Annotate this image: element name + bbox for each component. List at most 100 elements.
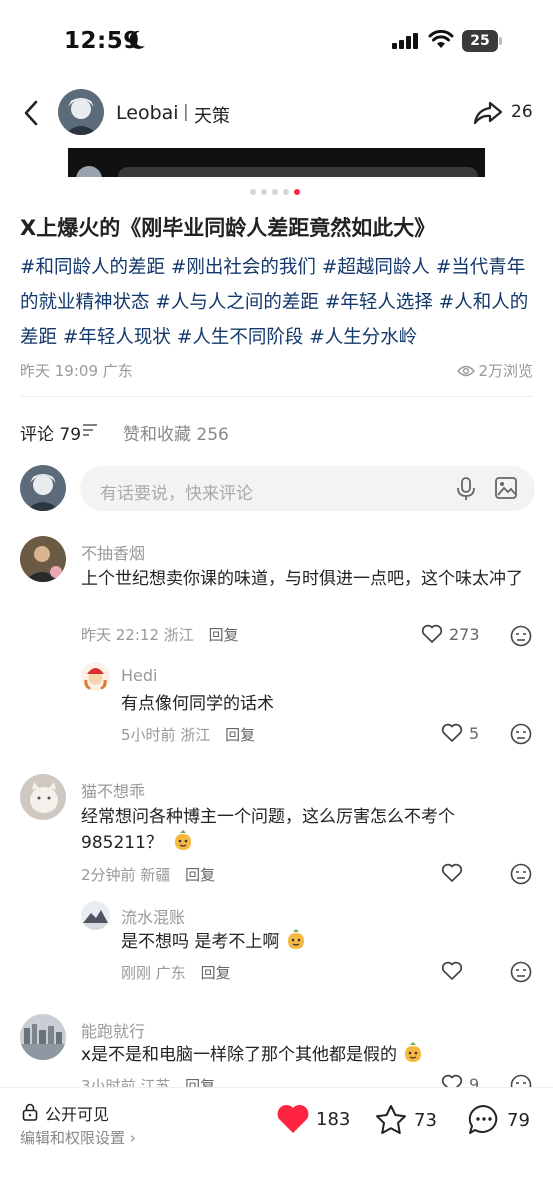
author-name[interactable]: Leobai — [116, 102, 179, 124]
reply-button[interactable]: 回复 — [185, 866, 215, 884]
hashtag[interactable]: #年轻人现状 — [63, 327, 171, 348]
like-button[interactable]: 183 — [276, 1104, 350, 1134]
battery-level: 25 — [462, 30, 498, 52]
commenter-name[interactable]: 流水混账 — [121, 904, 185, 928]
hashtag[interactable]: #刚出社会的我们 — [171, 257, 316, 278]
comment-meta: 昨天 22:12 浙江 回复 — [81, 624, 239, 645]
comment-time: 昨天 22:12 — [81, 626, 159, 644]
status-bar: 12:59 25 — [0, 0, 553, 80]
commenter-name[interactable]: 猫不想乖 — [81, 778, 145, 802]
post-location: 广东 — [102, 362, 133, 380]
sort-icon[interactable] — [83, 424, 97, 436]
carousel-dot — [261, 189, 267, 195]
emoji-icon — [175, 830, 192, 850]
comment-composer: 有话要说，快来评论 — [20, 464, 535, 514]
hashtag[interactable]: #年轻人选择 — [325, 292, 433, 313]
author-avatar[interactable] — [58, 89, 104, 135]
tab-comments[interactable]: 评论 79 — [20, 420, 81, 445]
eye-icon — [457, 365, 476, 376]
views-text: 2万浏览 — [478, 362, 533, 380]
my-avatar — [20, 465, 66, 511]
carousel-dot — [250, 189, 256, 195]
emoji-icon — [405, 1042, 422, 1062]
comment-text: x是不是和电脑一样除了那个其他都是假的 — [81, 1042, 481, 1068]
commenter-avatar[interactable] — [20, 774, 66, 820]
comment-location: 广东 — [155, 964, 186, 982]
comment-location: 新疆 — [140, 866, 171, 884]
dislike-icon[interactable] — [510, 961, 532, 983]
comment-location: 浙江 — [163, 626, 194, 644]
lock-icon — [22, 1103, 38, 1121]
comment-text-content: 是不想吗 是考不上啊 — [121, 932, 280, 952]
comment-like[interactable]: 5 — [441, 723, 479, 743]
signal-icon — [392, 33, 418, 49]
comment-item: 猫不想乖 经常想问各种博主一个问题，这么厉害怎么不考个985211？ 2分钟前 … — [20, 774, 535, 886]
reply-button[interactable]: 回复 — [201, 964, 231, 982]
dislike-icon[interactable] — [510, 863, 532, 885]
hashtag[interactable]: #人生不同阶段 — [177, 327, 304, 348]
comment-time: 2分钟前 — [81, 866, 136, 884]
battery-indicator: 25 — [462, 30, 502, 52]
comment-meta: 2分钟前 新疆 回复 — [81, 864, 215, 885]
media-inner-bar — [118, 167, 478, 177]
comment-total: 79 — [507, 1109, 530, 1131]
mic-icon[interactable] — [456, 477, 476, 501]
carousel-dot — [283, 189, 289, 195]
comment-item: 不抽香烟 上个世纪想卖你课的味道，与时俱进一点吧，这个味太冲了 昨天 22:12… — [20, 536, 535, 647]
reply-button[interactable]: 回复 — [225, 726, 255, 744]
comment-text: 上个世纪想卖你课的味道，与时俱进一点吧，这个味太冲了 — [81, 569, 523, 589]
post-image[interactable] — [68, 148, 485, 177]
commenter-name[interactable]: Hedi — [121, 666, 157, 685]
commenter-avatar[interactable] — [81, 662, 110, 691]
author-separator: | — [183, 102, 189, 122]
comment-like[interactable] — [441, 863, 469, 883]
comment-placeholder: 有话要说，快来评论 — [100, 484, 253, 504]
comment-bubble-icon — [468, 1104, 498, 1134]
back-icon[interactable] — [20, 98, 44, 128]
comment-text: 是不想吗 是考不上啊 — [121, 929, 511, 955]
commenter-avatar[interactable] — [20, 1014, 66, 1060]
hashtag[interactable]: #人与人之间的差距 — [155, 292, 319, 313]
commenter-avatar[interactable] — [81, 901, 110, 930]
commenter-name[interactable]: 不抽香烟 — [81, 540, 145, 564]
battery-cap — [499, 37, 502, 45]
visibility-label[interactable]: 公开可见 — [45, 1101, 109, 1125]
divider — [20, 396, 533, 397]
like-count: 5 — [469, 723, 480, 743]
reply-button[interactable]: 回复 — [209, 626, 239, 644]
share-icon[interactable] — [472, 98, 504, 128]
wifi-icon — [428, 30, 454, 48]
comment-like[interactable] — [441, 961, 469, 981]
edit-permissions-link[interactable]: 编辑和权限设置 › — [20, 1127, 136, 1148]
heart-icon — [441, 863, 463, 882]
image-icon[interactable] — [495, 477, 517, 499]
comment-text-content: 经常想问各种博主一个问题，这么厉害怎么不考个985211？ — [81, 807, 455, 853]
tab-likes-collects[interactable]: 赞和收藏 256 — [123, 420, 229, 445]
hashtag[interactable]: #超越同龄人 — [322, 257, 430, 278]
hashtag[interactable]: #和同龄人的差距 — [20, 257, 165, 278]
comment-meta: 5小时前 浙江 回复 — [121, 724, 255, 745]
comment-text: 有点像何同学的话术 — [121, 694, 274, 714]
post-title: X上爆火的《刚毕业同龄人差距竟然如此大》 — [20, 216, 436, 240]
like-total: 183 — [316, 1108, 351, 1130]
comment-text: 经常想问各种博主一个问题，这么厉害怎么不考个985211？ — [81, 804, 481, 856]
dislike-icon[interactable] — [510, 625, 532, 647]
share-count: 26 — [511, 102, 533, 122]
post-meta: 昨天 19:09 广东 — [20, 360, 133, 381]
dislike-icon[interactable] — [510, 723, 532, 745]
comment-text-content: x是不是和电脑一样除了那个其他都是假的 — [81, 1045, 398, 1065]
commenter-name[interactable]: 能跑就行 — [81, 1018, 145, 1042]
comment-location: 浙江 — [180, 726, 211, 744]
commenter-avatar[interactable] — [20, 536, 66, 582]
comment-input[interactable]: 有话要说，快来评论 — [80, 466, 535, 511]
comment-like[interactable]: 273 — [421, 624, 480, 644]
collect-total: 73 — [414, 1109, 437, 1131]
hashtag[interactable]: #人生分水岭 — [309, 327, 417, 348]
collect-button[interactable]: 73 — [374, 1104, 437, 1136]
comment-time: 5小时前 — [121, 726, 176, 744]
reply-item: 流水混账 是不想吗 是考不上啊 刚刚 广东 回复 — [81, 901, 535, 989]
comment-time: 刚刚 — [121, 964, 152, 982]
comment-button[interactable]: 79 — [467, 1104, 530, 1136]
moon-icon — [129, 30, 145, 49]
post-tags: #和同龄人的差距 #刚出社会的我们 #超越同龄人 #当代青年的就业精神状态 #人… — [20, 250, 536, 355]
